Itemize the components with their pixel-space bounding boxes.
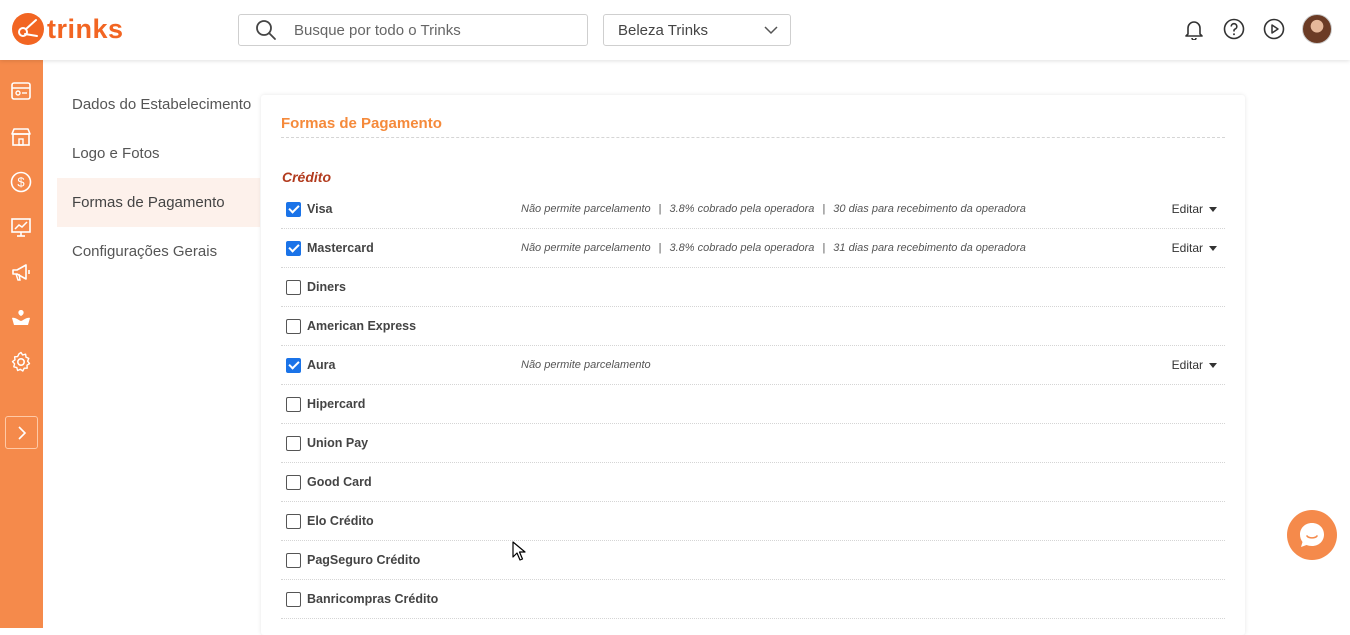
submenu-item-label: Formas de Pagamento — [72, 194, 225, 211]
chevron-right-icon — [17, 425, 26, 440]
info-text: 31 dias para recebimento da operadora — [833, 242, 1026, 254]
payment-method-row: Good Card — [281, 463, 1225, 502]
payment-method-name: Diners — [307, 280, 346, 294]
caret-down-icon — [1209, 206, 1217, 212]
payment-method-checkbox[interactable] — [286, 474, 301, 490]
submenu-item-logo[interactable]: Logo e Fotos — [57, 129, 260, 178]
payment-method-name: Banricompras Crédito — [307, 592, 439, 606]
help-icon[interactable] — [1222, 17, 1246, 41]
payment-method-info: Não permite parcelamento | 3.8% cobrado pe… — [521, 242, 1026, 254]
payment-method-name: Visa — [307, 202, 333, 216]
payment-method-checkbox[interactable] — [286, 396, 301, 412]
info-text: 30 dias para recebimento da operadora — [833, 203, 1026, 215]
payment-method-list: Visa Não permite parcelamento | 3.8% cobrad… — [281, 190, 1225, 619]
top-bar: trinks Beleza Trinks — [0, 0, 1350, 60]
agenda-icon[interactable] — [8, 78, 34, 104]
submenu-item-label: Configurações Gerais — [72, 243, 218, 260]
payment-method-name: American Express — [307, 319, 417, 333]
divider — [281, 137, 1225, 138]
left-rail: $ — [0, 60, 43, 628]
chat-button[interactable] — [1287, 510, 1337, 560]
avatar[interactable] — [1302, 14, 1332, 44]
info-text: 3.8% cobrado pela operadora — [669, 203, 815, 215]
caret-down-icon — [1209, 362, 1217, 368]
edit-dropdown-button[interactable]: Editar — [1172, 358, 1217, 372]
payment-method-name: Union Pay — [307, 436, 369, 450]
page-title: Formas de Pagamento — [281, 115, 442, 132]
payment-method-name: PagSeguro Crédito — [307, 553, 421, 567]
info-text: Não permite parcelamento — [521, 242, 651, 254]
payment-method-row: Banricompras Crédito — [281, 580, 1225, 619]
submenu-item-formas-pagamento[interactable]: Formas de Pagamento — [57, 178, 260, 227]
logo-scissors-icon — [12, 13, 44, 45]
payment-method-row: Hipercard — [281, 385, 1225, 424]
payment-method-checkbox[interactable] — [286, 240, 301, 256]
edit-dropdown-button[interactable]: Editar — [1172, 241, 1217, 255]
payment-method-row: PagSeguro Crédito — [281, 541, 1225, 580]
edit-label: Editar — [1171, 241, 1203, 255]
payment-method-row: Diners — [281, 268, 1225, 307]
payment-method-checkbox[interactable] — [286, 357, 301, 373]
info-text: Não permite parcelamento — [521, 359, 651, 371]
brand-name: trinks — [47, 14, 124, 44]
payment-method-checkbox[interactable] — [286, 435, 301, 451]
payment-method-checkbox[interactable] — [286, 513, 301, 529]
payment-method-name: Elo Crédito — [307, 514, 374, 528]
care-icon[interactable] — [8, 304, 34, 330]
section-title: Crédito — [282, 169, 331, 185]
trinks-logo[interactable]: trinks — [12, 13, 124, 45]
payment-method-name: Aura — [307, 358, 336, 372]
payment-method-row: Mastercard Não permite parcelamento | 3.8% … — [281, 229, 1225, 268]
payment-method-info: Não permite parcelamento — [521, 359, 651, 371]
info-text: 3.8% cobrado pela operadora — [669, 242, 815, 254]
payment-method-row: Union Pay — [281, 424, 1225, 463]
expand-sidebar-button[interactable] — [5, 416, 38, 449]
payment-method-checkbox[interactable] — [286, 201, 301, 217]
payment-method-row: Visa Não permite parcelamento | 3.8% cobrad… — [281, 190, 1225, 229]
info-separator: | — [658, 242, 662, 254]
submenu-item-dados[interactable]: Dados do Estabelecimento — [57, 80, 260, 129]
payment-method-row: Aura Não permite parcelamento Editar — [281, 346, 1225, 385]
svg-text:$: $ — [17, 175, 25, 190]
chat-icon — [1300, 523, 1324, 547]
submenu-item-configuracoes[interactable]: Configurações Gerais — [57, 227, 260, 276]
edit-dropdown-button[interactable]: Editar — [1172, 202, 1217, 216]
info-separator: | — [658, 203, 662, 215]
info-separator: | — [822, 203, 826, 215]
search-icon — [256, 20, 276, 40]
payment-method-row: Elo Crédito — [281, 502, 1225, 541]
payment-method-name: Good Card — [307, 475, 372, 489]
marketing-icon[interactable] — [8, 259, 34, 285]
chevron-down-icon — [764, 25, 778, 34]
settings-icon[interactable] — [8, 349, 34, 375]
establishment-select[interactable]: Beleza Trinks — [603, 14, 791, 46]
play-icon[interactable] — [1262, 17, 1286, 41]
payment-method-name: Mastercard — [307, 241, 374, 255]
payment-method-checkbox[interactable] — [286, 318, 301, 334]
edit-label: Editar — [1171, 202, 1203, 216]
payment-method-info: Não permite parcelamento | 3.8% cobrado pe… — [521, 203, 1026, 215]
payment-method-checkbox[interactable] — [286, 279, 301, 295]
submenu-item-label: Dados do Estabelecimento — [72, 96, 252, 113]
store-icon[interactable] — [8, 124, 34, 150]
payment-method-row: American Express — [281, 307, 1225, 346]
info-text: Não permite parcelamento — [521, 203, 651, 215]
establishment-selected: Beleza Trinks — [618, 21, 709, 39]
submenu-item-label: Logo e Fotos — [72, 145, 160, 162]
payment-method-checkbox[interactable] — [286, 591, 301, 607]
mouse-cursor — [512, 541, 526, 561]
search-input[interactable] — [294, 21, 554, 39]
reports-icon[interactable] — [8, 214, 34, 240]
bell-icon[interactable] — [1182, 17, 1206, 41]
caret-down-icon — [1209, 245, 1217, 251]
edit-label: Editar — [1171, 358, 1203, 372]
global-search[interactable] — [238, 14, 588, 46]
settings-submenu: Dados do Estabelecimento Logo e Fotos Fo… — [57, 80, 260, 276]
payment-methods-panel: Formas de Pagamento Crédito Visa Não perm… — [261, 95, 1245, 635]
info-separator: | — [822, 242, 826, 254]
money-icon[interactable]: $ — [8, 169, 34, 195]
payment-method-name: Hipercard — [307, 397, 366, 411]
payment-method-checkbox[interactable] — [286, 552, 301, 568]
header-actions — [1166, 14, 1332, 44]
